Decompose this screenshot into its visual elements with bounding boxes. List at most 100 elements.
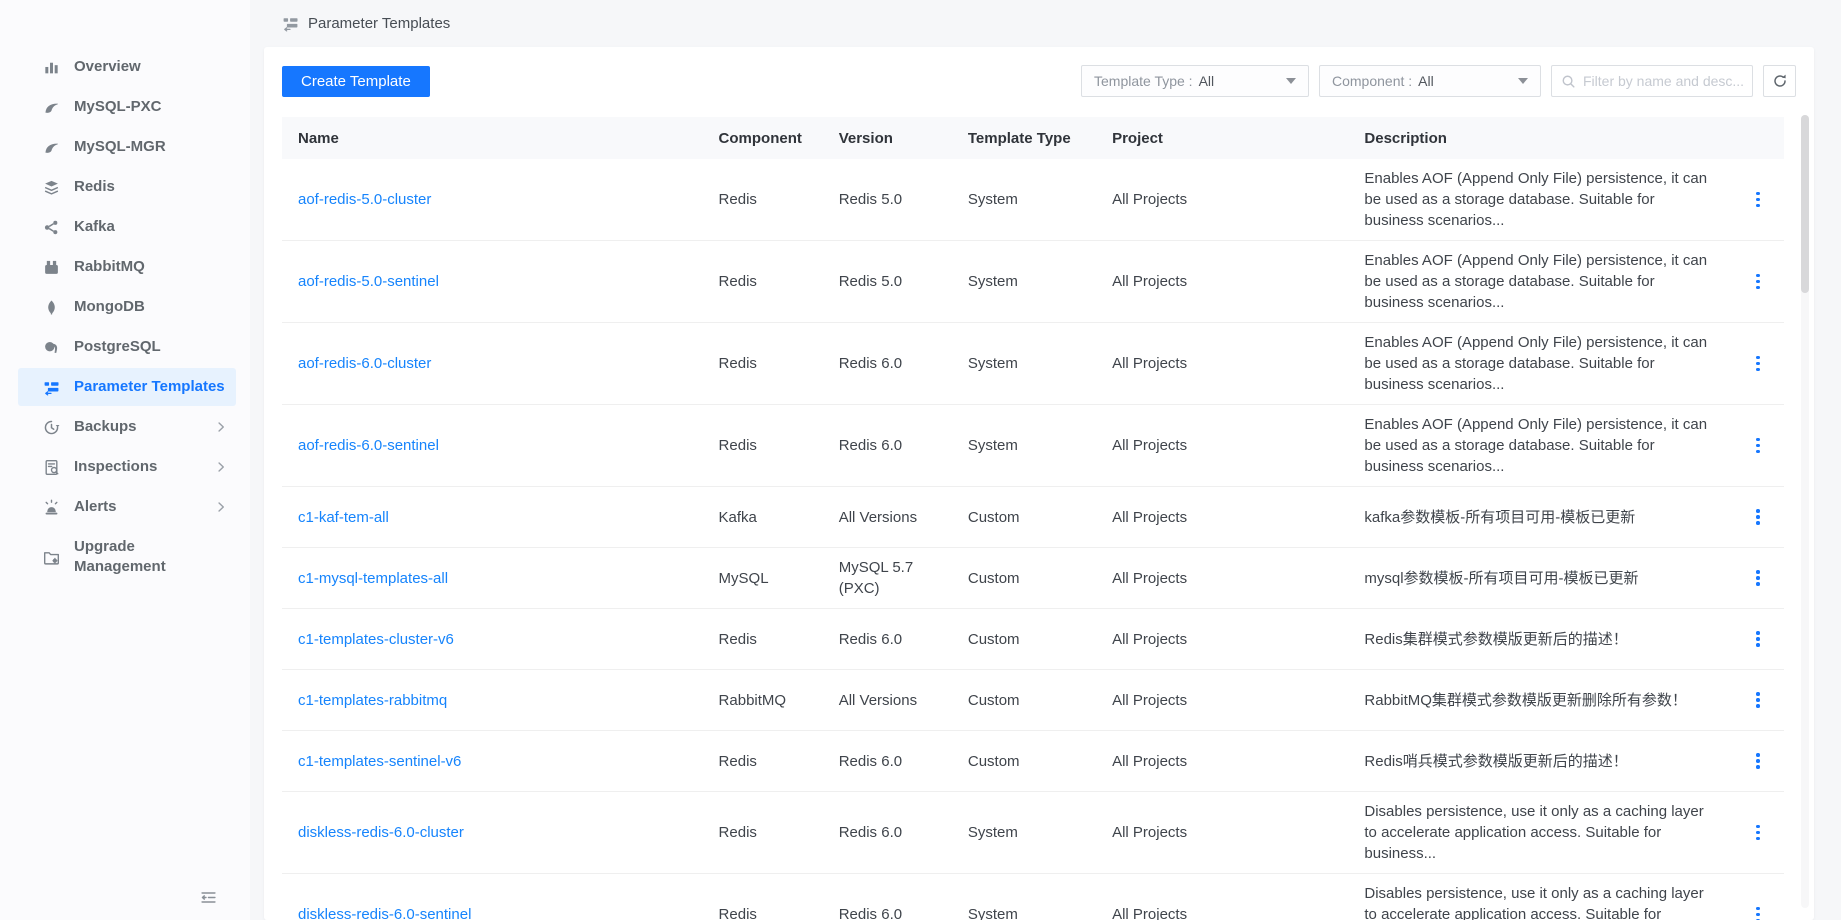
template-name-link[interactable]: c1-mysql-templates-all	[298, 570, 448, 587]
sidebar-item-inspections[interactable]: Inspections	[18, 448, 236, 486]
dolphin-icon	[42, 98, 61, 117]
sidebar-item-mongodb[interactable]: MongoDB	[18, 288, 236, 326]
row-actions-button[interactable]	[1748, 432, 1768, 460]
template-name-link[interactable]: aof-redis-5.0-sentinel	[298, 273, 439, 290]
sidebar-nav: Overview MySQL-PXCMySQL-MGRRedisKafkaRabb…	[0, 48, 250, 586]
refresh-button[interactable]	[1763, 65, 1796, 97]
alarm-icon	[42, 498, 61, 517]
refresh-icon	[1772, 73, 1788, 89]
cell-template-type: Custom	[952, 690, 1096, 711]
cell-project: All Projects	[1096, 435, 1348, 456]
template-name-link[interactable]: c1-templates-rabbitmq	[298, 692, 447, 709]
table-row: c1-kaf-tem-all Kafka All Versions Custom…	[282, 486, 1784, 547]
parameter-templates-icon	[282, 15, 299, 32]
component-filter[interactable]: Component : All	[1319, 65, 1541, 97]
more-options-icon	[1756, 192, 1760, 196]
templates-table: NameComponentVersionTemplate TypeProject…	[282, 117, 1784, 920]
sidebar-item-alerts[interactable]: Alerts	[18, 488, 236, 526]
row-actions-button[interactable]	[1748, 186, 1768, 214]
cell-project: All Projects	[1096, 690, 1348, 711]
search-icon	[1561, 74, 1576, 89]
sidebar-item-mysql-mgr[interactable]: MySQL-MGR	[18, 128, 236, 166]
sidebar-item-redis[interactable]: Redis	[18, 168, 236, 206]
cell-project: All Projects	[1096, 751, 1348, 772]
template-name-link[interactable]: aof-redis-6.0-cluster	[298, 355, 431, 372]
sidebar-item-kafka[interactable]: Kafka	[18, 208, 236, 246]
table-row: aof-redis-6.0-cluster Redis Redis 6.0 Sy…	[282, 322, 1784, 404]
row-actions-button[interactable]	[1748, 901, 1768, 920]
cell-project: All Projects	[1096, 629, 1348, 650]
collapse-menu-icon	[200, 889, 217, 911]
row-actions-button[interactable]	[1748, 625, 1768, 653]
cell-project: All Projects	[1096, 568, 1348, 589]
cell-project: All Projects	[1096, 904, 1348, 920]
search-input[interactable]	[1583, 73, 1743, 89]
template-name-link[interactable]: diskless-redis-6.0-cluster	[298, 824, 464, 841]
row-actions-button[interactable]	[1748, 268, 1768, 296]
scrollbar-thumb[interactable]	[1801, 115, 1809, 293]
cell-version: Redis 6.0	[823, 904, 952, 920]
template-name-link[interactable]: aof-redis-6.0-sentinel	[298, 437, 439, 454]
column-header-project: Project	[1096, 130, 1348, 147]
table-row: c1-templates-sentinel-v6 Redis Redis 6.0…	[282, 730, 1784, 791]
column-header-description: Description	[1348, 130, 1732, 147]
cell-name: aof-redis-5.0-sentinel	[282, 271, 703, 292]
more-options-icon	[1756, 631, 1760, 635]
template-name-link[interactable]: aof-redis-5.0-cluster	[298, 191, 431, 208]
sidebar-item-rabbitmq[interactable]: RabbitMQ	[18, 248, 236, 286]
cell-component: Kafka	[703, 507, 823, 528]
filter-value: All	[1418, 73, 1512, 89]
sliders-icon	[42, 378, 61, 397]
template-type-filter[interactable]: Template Type : All	[1081, 65, 1309, 97]
cell-description: Enables AOF (Append Only File) persisten…	[1348, 168, 1732, 231]
sidebar-item-overview[interactable]: Overview	[18, 48, 236, 86]
row-actions-button[interactable]	[1748, 503, 1768, 531]
dolphin-icon	[42, 138, 61, 157]
chevron-right-icon	[214, 460, 228, 474]
more-options-icon	[1756, 692, 1760, 696]
sidebar: Overview MySQL-PXCMySQL-MGRRedisKafkaRabb…	[0, 0, 250, 920]
bar-chart-icon	[42, 58, 61, 77]
row-actions-button[interactable]	[1748, 686, 1768, 714]
cell-version: Redis 6.0	[823, 629, 952, 650]
sidebar-item-label: Upgrade Management	[74, 537, 228, 577]
cell-component: RabbitMQ	[703, 690, 823, 711]
sidebar-item-backups[interactable]: Backups	[18, 408, 236, 446]
table-row: aof-redis-5.0-cluster Redis Redis 5.0 Sy…	[282, 159, 1784, 240]
search-box	[1551, 65, 1753, 97]
table-row: c1-templates-rabbitmq RabbitMQ All Versi…	[282, 669, 1784, 730]
content-card: Create Template Template Type : All Comp…	[264, 47, 1814, 920]
filter-label: Template Type :	[1094, 73, 1193, 89]
cell-component: Redis	[703, 904, 823, 920]
template-name-link[interactable]: diskless-redis-6.0-sentinel	[298, 906, 471, 920]
cell-name: c1-kaf-tem-all	[282, 507, 703, 528]
cell-version: Redis 6.0	[823, 822, 952, 843]
sidebar-item-mysql-pxc[interactable]: MySQL-PXC	[18, 88, 236, 126]
table-row: aof-redis-5.0-sentinel Redis Redis 5.0 S…	[282, 240, 1784, 322]
cell-version: All Versions	[823, 507, 952, 528]
create-template-button[interactable]: Create Template	[282, 66, 430, 97]
cell-component: Redis	[703, 271, 823, 292]
sidebar-item-label: Overview	[74, 57, 228, 77]
sidebar-item-upgrade-management[interactable]: Upgrade Management	[18, 528, 236, 586]
table-row: aof-redis-6.0-sentinel Redis Redis 6.0 S…	[282, 404, 1784, 486]
cell-description: kafka参数模板-所有项目可用-模板已更新	[1348, 507, 1732, 528]
cell-name: c1-templates-rabbitmq	[282, 690, 703, 711]
template-name-link[interactable]: c1-templates-sentinel-v6	[298, 753, 461, 770]
row-actions-button[interactable]	[1748, 350, 1768, 378]
collapse-sidebar-button[interactable]	[196, 888, 220, 912]
row-actions-button[interactable]	[1748, 747, 1768, 775]
row-actions-button[interactable]	[1748, 819, 1768, 847]
leaf-icon	[42, 298, 61, 317]
cell-name: aof-redis-6.0-sentinel	[282, 435, 703, 456]
cell-template-type: System	[952, 271, 1096, 292]
template-name-link[interactable]: c1-templates-cluster-v6	[298, 631, 454, 648]
cell-component: MySQL	[703, 568, 823, 589]
template-name-link[interactable]: c1-kaf-tem-all	[298, 509, 389, 526]
row-actions-button[interactable]	[1748, 564, 1768, 592]
sidebar-item-parameter-templates[interactable]: Parameter Templates	[18, 368, 236, 406]
sidebar-item-label: Parameter Templates	[74, 377, 228, 397]
table-scrollbar[interactable]	[1801, 115, 1809, 908]
caret-down-icon	[1286, 78, 1296, 84]
sidebar-item-postgresql[interactable]: PostgreSQL	[18, 328, 236, 366]
